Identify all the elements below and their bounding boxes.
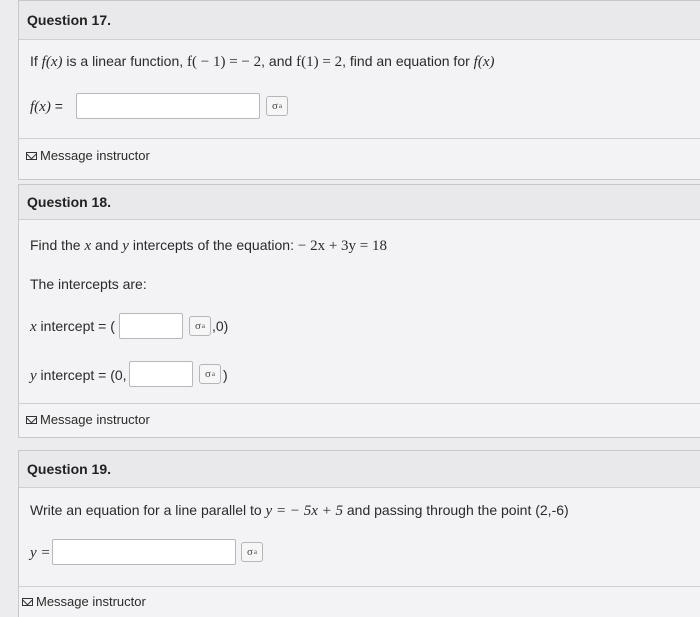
envelope-icon [26,151,37,160]
question-19-answer-input[interactable] [52,539,236,565]
x-intercept-label: x intercept = ( [30,318,115,335]
y-intercept-formula-button[interactable]: σa [199,364,221,384]
question-17-answer-input[interactable] [76,93,260,119]
question-18-title: Question 18. [19,185,700,220]
question-17-message-instructor-link[interactable]: Message instructor [26,148,150,163]
question-19-title: Question 19. [19,451,700,488]
question-18-subprompt: The intercepts are: [30,276,147,292]
sigma-icon: σ [194,320,201,332]
question-19-prompt: Write an equation for a line parallel to… [30,502,569,519]
question-19-formula-button[interactable]: σa [241,542,263,562]
question-17-divider [18,138,700,139]
question-19-divider [18,586,700,587]
y-intercept-suffix: ) [223,367,228,383]
question-18-message-instructor-link[interactable]: Message instructor [26,412,150,427]
x-intercept-suffix: ,0) [212,318,229,334]
envelope-icon [26,415,37,424]
x-intercept-formula-button[interactable]: σa [189,316,211,336]
question-17-formula-button[interactable]: σa [266,96,288,116]
envelope-icon [22,597,33,606]
sigma-icon: σ [271,100,278,112]
question-19-answer-label: y = [30,545,51,561]
question-19-message-instructor-link[interactable]: Message instructor [22,594,146,609]
question-17-prompt: If f(x) is a linear function, f( − 1) = … [30,53,495,70]
sigma-icon: σ [246,546,253,558]
question-18-divider [18,403,700,404]
question-19-card: Question 19. [18,450,700,617]
y-intercept-label: y intercept = (0, [30,367,127,384]
quiz-page: Question 17. If f(x) is a linear functio… [0,0,700,617]
question-18-card: Question 18. [18,184,700,438]
question-17-answer-label: f(x) = [30,98,63,115]
y-intercept-input[interactable] [129,361,193,387]
sigma-icon: σ [204,368,211,380]
x-intercept-input[interactable] [119,313,183,339]
question-17-title: Question 17. [19,1,700,40]
question-18-prompt: Find the x and y intercepts of the equat… [30,237,387,254]
